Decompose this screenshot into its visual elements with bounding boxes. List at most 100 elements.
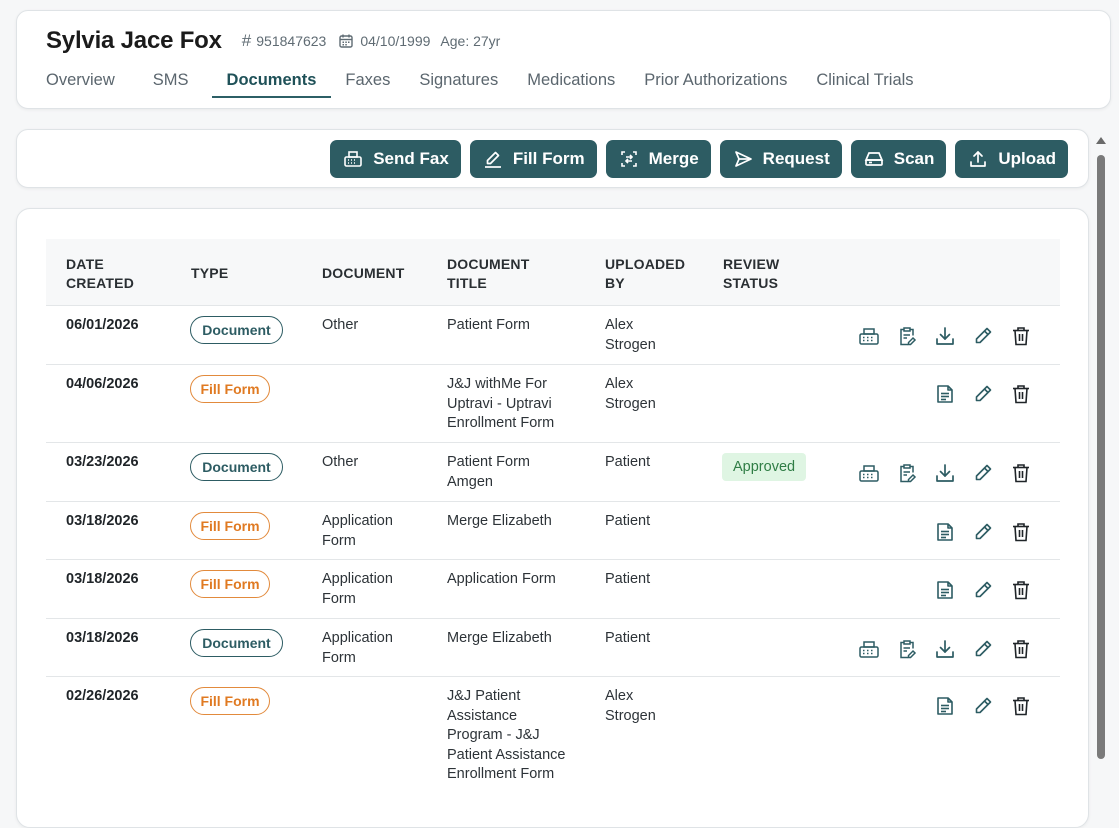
row-actions bbox=[850, 323, 1040, 349]
file-text-icon[interactable] bbox=[926, 381, 964, 407]
trash-icon[interactable] bbox=[1002, 636, 1040, 662]
pencil-icon[interactable] bbox=[964, 381, 1002, 407]
row-document: Other bbox=[322, 454, 359, 470]
table-row[interactable]: 03/18/2026 Document Application Form Mer… bbox=[46, 619, 1060, 677]
tab-faxes[interactable]: Faxes bbox=[345, 67, 390, 98]
pencil-icon[interactable] bbox=[964, 460, 1002, 486]
tab-bar: Overview SMS Documents Faxes Signatures … bbox=[46, 67, 914, 98]
download-icon[interactable] bbox=[926, 460, 964, 486]
table-row[interactable]: 03/23/2026 Document Other Patient Form A… bbox=[46, 443, 1060, 502]
file-text-icon[interactable] bbox=[926, 519, 964, 545]
merge-button[interactable]: Merge bbox=[605, 140, 711, 178]
row-date: 03/18/2026 bbox=[66, 630, 139, 646]
clipboard-edit-icon[interactable] bbox=[888, 323, 926, 349]
tab-documents[interactable]: Documents bbox=[211, 67, 332, 98]
patient-id: 951847623 bbox=[256, 33, 327, 49]
table-row[interactable]: 02/26/2026 Fill Form J&J Patient Assista… bbox=[46, 677, 1060, 817]
send-fax-label: Send Fax bbox=[373, 149, 449, 168]
tab-prior-authorizations[interactable]: Prior Authorizations bbox=[644, 67, 787, 98]
fax-icon[interactable] bbox=[850, 636, 888, 662]
row-title[interactable]: J&J withMe For Uptravi - Uptravi Enrollm… bbox=[447, 375, 577, 434]
row-title[interactable]: Merge Elizabeth bbox=[447, 629, 577, 649]
calendar-icon bbox=[338, 33, 354, 49]
fax-icon[interactable] bbox=[850, 323, 888, 349]
col-uploaded-by[interactable]: UPLOADED BY bbox=[605, 255, 695, 293]
fill-form-button[interactable]: Fill Form bbox=[469, 140, 597, 178]
fax-icon[interactable] bbox=[850, 460, 888, 486]
trash-icon[interactable] bbox=[1002, 460, 1040, 486]
merge-icon bbox=[618, 148, 640, 170]
type-badge: Fill Form bbox=[190, 570, 270, 598]
pencil-icon[interactable] bbox=[964, 519, 1002, 545]
upload-button[interactable]: Upload bbox=[955, 140, 1068, 178]
row-document: Application Form bbox=[322, 571, 393, 607]
row-title[interactable]: Merge Elizabeth bbox=[447, 512, 577, 532]
hash-icon: # bbox=[241, 31, 252, 50]
tab-clinical-trials[interactable]: Clinical Trials bbox=[816, 67, 913, 98]
row-title[interactable]: Patient Form Amgen bbox=[447, 453, 577, 492]
row-actions bbox=[850, 460, 1040, 486]
col-date-created[interactable]: DATE CREATED bbox=[66, 255, 166, 293]
pencil-icon[interactable] bbox=[964, 693, 1002, 719]
table-row[interactable]: 03/18/2026 Fill Form Application Form Ap… bbox=[46, 560, 1060, 619]
table-row[interactable]: 03/18/2026 Fill Form Application Form Me… bbox=[46, 502, 1060, 560]
col-document-title[interactable]: DOCUMENT TITLE bbox=[447, 255, 557, 293]
tab-medications[interactable]: Medications bbox=[527, 67, 615, 98]
table-header: DATE CREATED TYPE DOCUMENT DOCUMENT TITL… bbox=[46, 239, 1060, 306]
scan-button[interactable]: Scan bbox=[850, 140, 947, 178]
clipboard-edit-icon[interactable] bbox=[888, 460, 926, 486]
send-fax-button[interactable]: Send Fax bbox=[330, 140, 461, 178]
scrollbar[interactable] bbox=[1094, 133, 1108, 809]
type-badge: Document bbox=[190, 629, 283, 657]
row-uploaded-by: Alex Strogen bbox=[605, 317, 656, 353]
col-review-status[interactable]: REVIEW STATUS bbox=[723, 255, 813, 293]
row-actions bbox=[926, 381, 1040, 407]
type-badge: Document bbox=[190, 453, 283, 481]
documents-table: DATE CREATED TYPE DOCUMENT DOCUMENT TITL… bbox=[16, 208, 1089, 828]
document-toolbar: Send Fax Fill Form Merge Request Scan Up… bbox=[16, 129, 1089, 188]
trash-icon[interactable] bbox=[1002, 381, 1040, 407]
col-document[interactable]: DOCUMENT bbox=[322, 264, 404, 283]
pencil-icon[interactable] bbox=[964, 636, 1002, 662]
row-document: Other bbox=[322, 317, 359, 333]
row-uploaded-by: Patient bbox=[605, 571, 651, 587]
download-icon[interactable] bbox=[926, 636, 964, 662]
row-actions bbox=[850, 636, 1040, 662]
row-date: 02/26/2026 bbox=[66, 688, 139, 704]
row-date: 03/23/2026 bbox=[66, 454, 139, 470]
fax-icon bbox=[342, 148, 364, 170]
table-row[interactable]: 04/06/2026 Fill Form J&J withMe For Uptr… bbox=[46, 365, 1060, 443]
trash-icon[interactable] bbox=[1002, 693, 1040, 719]
pen-line-icon bbox=[482, 148, 504, 170]
request-button[interactable]: Request bbox=[719, 140, 842, 178]
clipboard-edit-icon[interactable] bbox=[888, 636, 926, 662]
tab-sms[interactable]: SMS bbox=[153, 67, 189, 98]
col-type[interactable]: TYPE bbox=[191, 264, 228, 283]
send-icon bbox=[732, 148, 754, 170]
table-row[interactable]: 06/01/2026 Document Other Patient Form A… bbox=[46, 306, 1060, 365]
type-badge: Fill Form bbox=[190, 375, 270, 403]
row-document: Application Form bbox=[322, 513, 393, 549]
tab-signatures[interactable]: Signatures bbox=[419, 67, 498, 98]
download-icon[interactable] bbox=[926, 323, 964, 349]
patient-dob: 04/10/1999 bbox=[360, 33, 431, 49]
tab-overview[interactable]: Overview bbox=[46, 67, 115, 98]
trash-icon[interactable] bbox=[1002, 577, 1040, 603]
trash-icon[interactable] bbox=[1002, 323, 1040, 349]
scrollbar-thumb[interactable] bbox=[1097, 155, 1105, 759]
row-uploaded-by: Patient bbox=[605, 454, 651, 470]
scroll-up-arrow-icon[interactable] bbox=[1095, 133, 1107, 145]
row-title[interactable]: Application Form bbox=[447, 570, 577, 590]
file-text-icon[interactable] bbox=[926, 577, 964, 603]
row-uploaded-by: Alex Strogen bbox=[605, 688, 656, 724]
pencil-icon[interactable] bbox=[964, 323, 1002, 349]
row-document: Application Form bbox=[322, 630, 393, 666]
scanner-icon bbox=[863, 148, 885, 170]
file-text-icon[interactable] bbox=[926, 693, 964, 719]
trash-icon[interactable] bbox=[1002, 519, 1040, 545]
row-actions bbox=[926, 577, 1040, 603]
row-title[interactable]: Patient Form bbox=[447, 316, 577, 336]
pencil-icon[interactable] bbox=[964, 577, 1002, 603]
merge-label: Merge bbox=[648, 149, 699, 168]
row-title[interactable]: J&J Patient Assistance Program - J&J Pat… bbox=[447, 687, 572, 785]
